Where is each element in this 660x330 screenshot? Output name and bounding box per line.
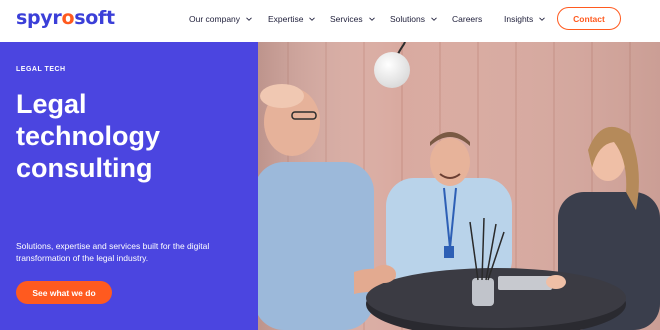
nav-label: Solutions (390, 14, 425, 24)
nav-item-solutions[interactable]: Solutions (390, 12, 437, 26)
nav-label: Insights (504, 14, 534, 24)
hero-headline: Legal technology consulting (16, 88, 246, 184)
nav-label: Services (330, 14, 363, 24)
chevron-down-icon (246, 17, 252, 21)
nav-item-our-company[interactable]: Our company (189, 12, 252, 26)
nav-item-insights[interactable]: Insights (504, 12, 546, 26)
nav-label: Our company (189, 14, 241, 24)
hero-description: Solutions, expertise and services built … (16, 241, 210, 263)
logo-text-end: soft (74, 7, 115, 29)
chevron-down-icon (368, 17, 375, 21)
nav-item-expertise[interactable]: Expertise (268, 12, 316, 26)
nav-label: Expertise (268, 14, 304, 24)
headline-line: Legal (16, 89, 87, 119)
logo-text-mark: o (61, 7, 75, 29)
spyrosoft-logo[interactable]: spyr o soft (16, 5, 115, 31)
nav-label: Careers (452, 14, 483, 24)
headline-line: technology (16, 121, 161, 151)
hero-photo (258, 42, 660, 330)
headline-line: consulting (16, 153, 153, 183)
contact-button[interactable]: Contact (557, 7, 621, 30)
nav-item-careers[interactable]: Careers (452, 12, 482, 26)
meeting-photo-illustration (258, 42, 660, 330)
top-navigation: spyr o soft Our company Expertise Services… (0, 0, 660, 42)
chevron-down-icon (539, 17, 546, 21)
logo-text-start: spyr (16, 7, 62, 29)
see-what-we-do-button[interactable]: See what we do (16, 281, 112, 304)
chevron-down-icon (431, 17, 437, 21)
chevron-down-icon (309, 17, 316, 21)
nav-item-services[interactable]: Services (330, 12, 375, 26)
hero-eyebrow: LEGAL TECH (16, 66, 66, 73)
